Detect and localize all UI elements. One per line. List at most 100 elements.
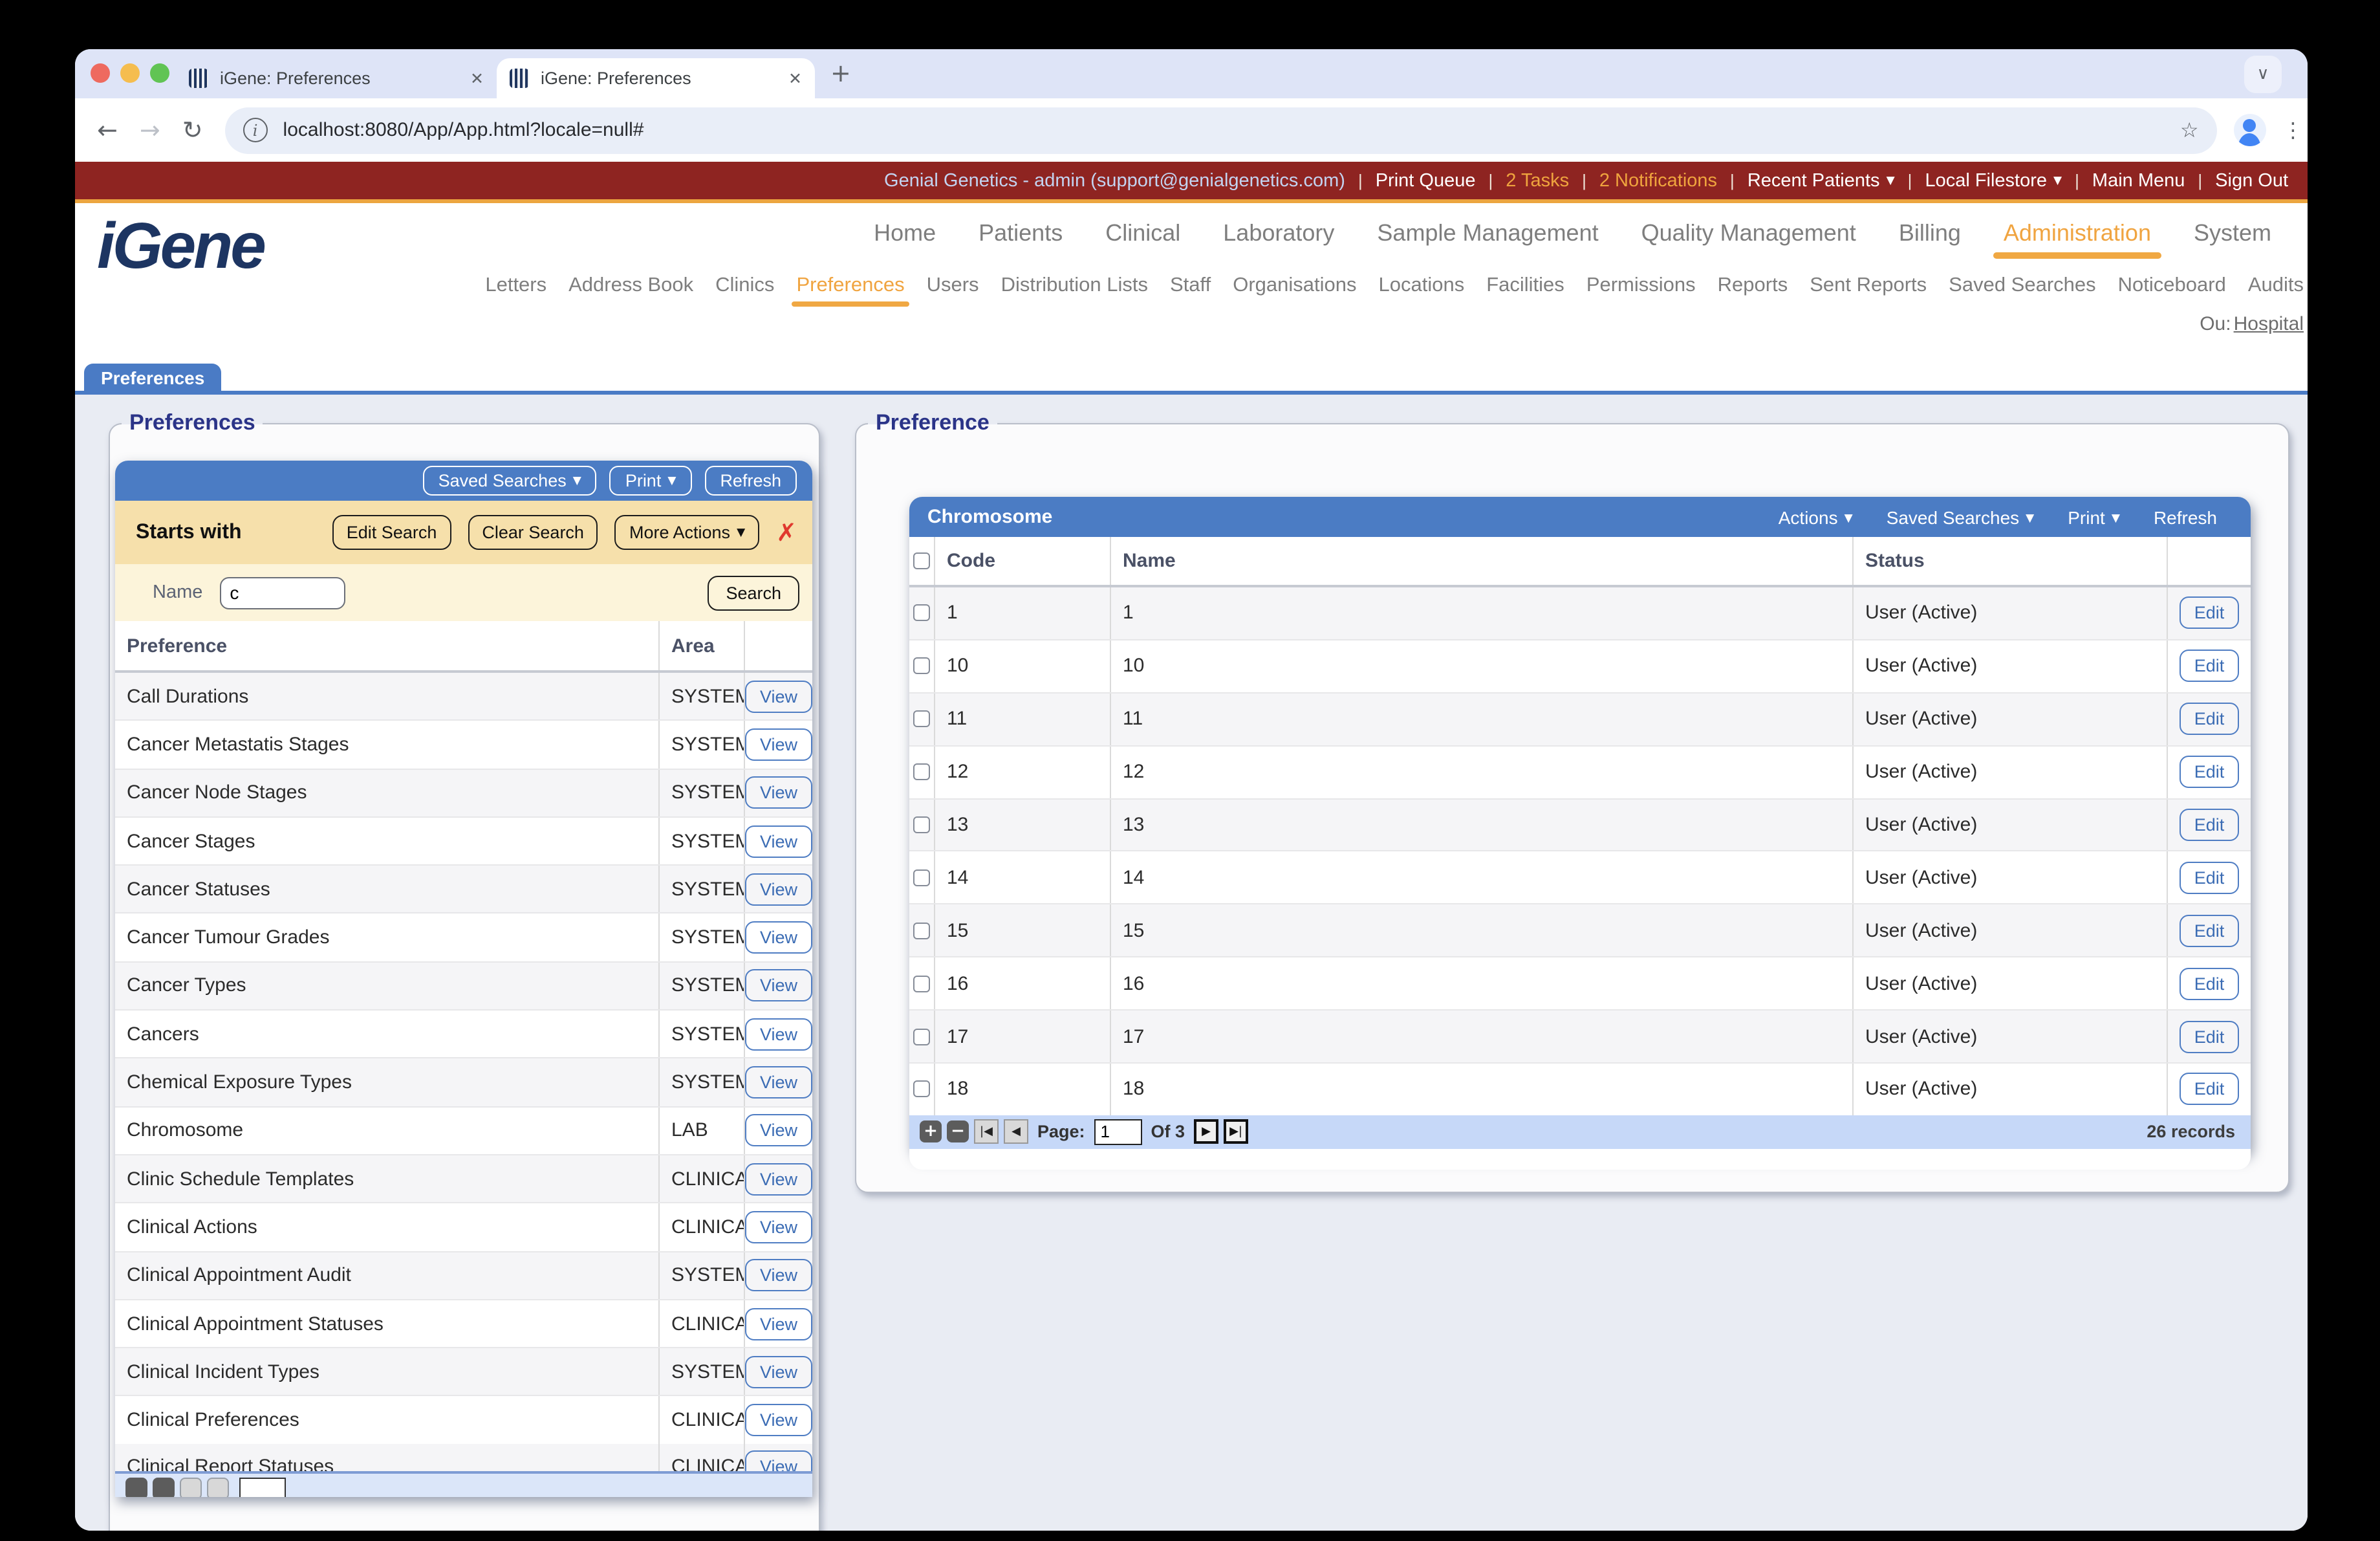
header-link-actions[interactable]: Actions▼ [1779, 507, 1853, 527]
row-checkbox[interactable] [913, 710, 930, 727]
site-info-icon[interactable]: i [243, 118, 268, 142]
header-link-print[interactable]: Print▼ [2068, 507, 2120, 527]
main-nav-laboratory[interactable]: Laboratory [1223, 220, 1334, 247]
forward-button[interactable]: → [140, 116, 160, 144]
new-tab-button[interactable]: + [830, 60, 851, 88]
tab-search-chevron-icon[interactable]: ∨ [2244, 56, 2282, 93]
edit-button[interactable]: Edit [2180, 597, 2239, 629]
page-input[interactable] [239, 1478, 286, 1497]
page-input[interactable] [1094, 1119, 1142, 1145]
first-page-button[interactable]: |◀ [974, 1120, 999, 1144]
toolbar-button-print[interactable]: Print▼ [610, 466, 692, 496]
view-button[interactable]: View [746, 970, 812, 1002]
address-bar[interactable]: i localhost:8080/App/App.html?locale=nul… [225, 107, 2217, 153]
edit-button[interactable]: Edit [2180, 650, 2239, 683]
view-button[interactable]: View [746, 776, 812, 809]
sub-nav-noticeboard[interactable]: Noticeboard [2118, 274, 2226, 298]
row-checkbox[interactable] [913, 605, 930, 622]
sub-nav-distribution-lists[interactable]: Distribution Lists [1001, 274, 1148, 298]
select-all-checkbox[interactable] [913, 552, 930, 569]
edit-button[interactable]: Edit [2180, 1073, 2239, 1106]
sub-nav-saved-searches[interactable]: Saved Searches [1949, 274, 2096, 298]
main-nav-billing[interactable]: Billing [1899, 220, 1961, 247]
add-button[interactable] [125, 1478, 147, 1497]
sub-nav-clinics[interactable]: Clinics [715, 274, 774, 298]
remove-button[interactable] [153, 1478, 175, 1497]
view-button[interactable]: View [746, 1259, 812, 1291]
close-tab-icon[interactable]: ✕ [788, 69, 802, 88]
last-page-button[interactable]: ▶| [1224, 1120, 1248, 1144]
row-checkbox[interactable] [913, 1081, 930, 1098]
maximize-window-button[interactable] [150, 63, 169, 83]
row-checkbox[interactable] [913, 763, 930, 780]
main-nav-administration[interactable]: Administration [2004, 220, 2151, 247]
view-button[interactable]: View [746, 1018, 812, 1050]
toolbar-button-saved-searches[interactable]: Saved Searches▼ [423, 466, 597, 496]
profile-avatar-icon[interactable] [2234, 114, 2266, 146]
row-checkbox[interactable] [913, 923, 930, 939]
view-button[interactable]: View [746, 1307, 812, 1340]
sub-nav-organisations[interactable]: Organisations [1233, 274, 1356, 298]
browser-tab-inactive[interactable]: iGene: Preferences ✕ [176, 58, 497, 98]
sub-nav-sent-reports[interactable]: Sent Reports [1810, 274, 1927, 298]
first-page-button[interactable] [180, 1478, 202, 1497]
edit-button[interactable]: Edit [2180, 809, 2239, 841]
view-button[interactable]: View [746, 1404, 812, 1436]
edit-button[interactable]: Edit [2180, 703, 2239, 735]
edit-button[interactable]: Edit [2180, 1020, 2239, 1053]
sub-nav-audits[interactable]: Audits [2248, 274, 2304, 298]
topbar-link-sign-out[interactable]: Sign Out [2215, 170, 2288, 191]
bookmark-star-icon[interactable]: ☆ [2180, 118, 2199, 142]
topbar-link-print-queue[interactable]: Print Queue [1376, 170, 1476, 191]
topbar-link-local-filestore[interactable]: Local Filestore▼ [1925, 170, 2062, 191]
sub-nav-facilities[interactable]: Facilities [1486, 274, 1564, 298]
topbar-link-2-notifications[interactable]: 2 Notifications [1599, 170, 1717, 191]
prev-page-button[interactable]: ◀ [1004, 1120, 1028, 1144]
view-button[interactable]: View [746, 728, 812, 761]
sub-nav-preferences[interactable]: Preferences [796, 274, 904, 298]
main-nav-sample-management[interactable]: Sample Management [1377, 220, 1598, 247]
view-button[interactable]: View [746, 1356, 812, 1388]
close-window-button[interactable] [91, 63, 110, 83]
topbar-link-2-tasks[interactable]: 2 Tasks [1506, 170, 1569, 191]
sub-nav-address-book[interactable]: Address Book [568, 274, 693, 298]
view-button[interactable]: View [746, 825, 812, 857]
view-button[interactable]: View [746, 1115, 812, 1147]
view-button[interactable]: View [746, 1066, 812, 1098]
view-button[interactable]: View [746, 921, 812, 954]
filter-button-edit-search[interactable]: Edit Search [332, 515, 451, 550]
main-nav-home[interactable]: Home [874, 220, 936, 247]
main-nav-patients[interactable]: Patients [979, 220, 1063, 247]
edit-button[interactable]: Edit [2180, 967, 2239, 1000]
toolbar-button-refresh[interactable]: Refresh [704, 466, 797, 496]
sub-nav-permissions[interactable]: Permissions [1586, 274, 1696, 298]
ou-hospital-link[interactable]: Hospital [2234, 313, 2304, 335]
sub-nav-reports[interactable]: Reports [1718, 274, 1788, 298]
view-button[interactable]: View [746, 873, 812, 906]
edit-button[interactable]: Edit [2180, 915, 2239, 947]
close-filter-icon[interactable]: ✗ [776, 518, 797, 547]
view-button[interactable]: View [746, 680, 812, 712]
main-nav-quality-management[interactable]: Quality Management [1641, 220, 1856, 247]
browser-menu-icon[interactable]: ⋮ [2283, 118, 2304, 142]
close-tab-icon[interactable]: ✕ [470, 69, 484, 88]
search-button[interactable]: Search [708, 575, 799, 610]
view-button[interactable]: View [746, 1451, 812, 1471]
name-input[interactable] [219, 576, 345, 609]
page-tab-preferences[interactable]: Preferences [84, 364, 221, 391]
header-link-saved-searches[interactable]: Saved Searches▼ [1887, 507, 2035, 527]
edit-button[interactable]: Edit [2180, 862, 2239, 894]
prev-page-button[interactable] [207, 1478, 229, 1497]
browser-tab-active[interactable]: iGene: Preferences ✕ [497, 58, 815, 98]
main-nav-system[interactable]: System [2194, 220, 2271, 247]
add-button[interactable]: + [920, 1121, 942, 1143]
sub-nav-locations[interactable]: Locations [1379, 274, 1465, 298]
sub-nav-users[interactable]: Users [927, 274, 979, 298]
remove-button[interactable]: − [947, 1121, 969, 1143]
sub-nav-staff[interactable]: Staff [1170, 274, 1211, 298]
view-button[interactable]: View [746, 1163, 812, 1195]
row-checkbox[interactable] [913, 975, 930, 992]
view-button[interactable]: View [746, 1211, 812, 1243]
reload-button[interactable]: ↻ [182, 116, 203, 144]
back-button[interactable]: ← [97, 116, 118, 144]
